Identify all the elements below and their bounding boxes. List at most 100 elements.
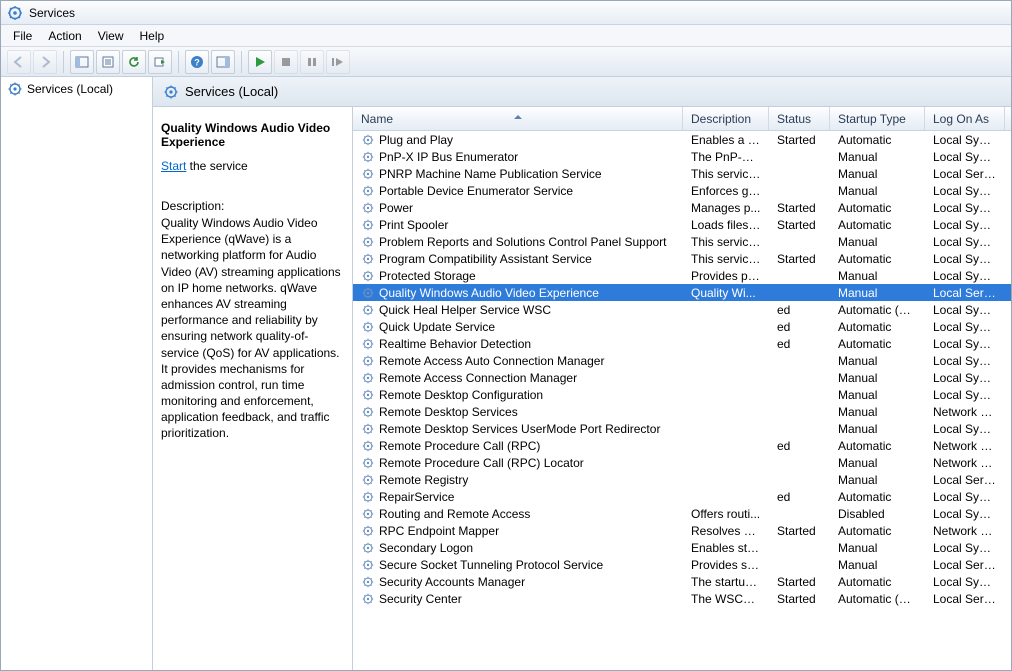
- service-logon: Local Service: [925, 286, 1005, 300]
- menu-action[interactable]: Action: [40, 27, 89, 45]
- service-row[interactable]: PNRP Machine Name Publication ServiceThi…: [353, 165, 1011, 182]
- service-row[interactable]: Remote Desktop ConfigurationManualLocal …: [353, 386, 1011, 403]
- service-startup-type: Manual: [830, 422, 925, 436]
- start-service-link[interactable]: Start: [161, 159, 186, 173]
- service-row[interactable]: Remote Desktop Services UserMode Port Re…: [353, 420, 1011, 437]
- column-name[interactable]: Name: [353, 107, 683, 130]
- service-status: ed: [769, 303, 830, 317]
- service-name: Remote Access Connection Manager: [379, 371, 577, 385]
- description-label: Description:: [161, 199, 344, 213]
- tree-item-services-local[interactable]: Services (Local): [1, 77, 152, 101]
- service-row[interactable]: Remote Access Auto Connection ManagerMan…: [353, 352, 1011, 369]
- gear-icon: [361, 252, 375, 266]
- service-row[interactable]: Portable Device Enumerator ServiceEnforc…: [353, 182, 1011, 199]
- column-status[interactable]: Status: [769, 107, 830, 130]
- column-headers: Name Description Status Startup Type Log…: [353, 107, 1011, 131]
- service-logon: Local Syste...: [925, 184, 1005, 198]
- service-row[interactable]: PnP-X IP Bus EnumeratorThe PnP-X ...Manu…: [353, 148, 1011, 165]
- service-logon: Local Service: [925, 473, 1005, 487]
- service-startup-type: Manual: [830, 456, 925, 470]
- service-name: Plug and Play: [379, 133, 453, 147]
- gear-icon: [361, 490, 375, 504]
- service-description: Enables a c...: [683, 133, 769, 147]
- detail-action-suffix: the service: [186, 159, 247, 173]
- service-status: Started: [769, 575, 830, 589]
- menu-view[interactable]: View: [90, 27, 132, 45]
- service-logon: Local Syste...: [925, 320, 1005, 334]
- service-startup-type: Manual: [830, 558, 925, 572]
- service-name: Security Center: [379, 592, 462, 606]
- gear-icon: [361, 575, 375, 589]
- service-row[interactable]: Security Accounts ManagerThe startup ...…: [353, 573, 1011, 590]
- service-startup-type: Automatic: [830, 218, 925, 232]
- service-row[interactable]: Print SpoolerLoads files t...StartedAuto…: [353, 216, 1011, 233]
- service-startup-type: Manual: [830, 150, 925, 164]
- service-row[interactable]: Quick Heal Helper Service WSC edAutomati…: [353, 301, 1011, 318]
- service-row[interactable]: Remote Desktop ServicesManualNetwork S..…: [353, 403, 1011, 420]
- menu-help[interactable]: Help: [132, 27, 173, 45]
- toolbar-separator: [241, 51, 242, 73]
- service-row[interactable]: Security CenterThe WSCSV...StartedAutoma…: [353, 590, 1011, 607]
- service-logon: Local Syste...: [925, 422, 1005, 436]
- action-pane-button[interactable]: [211, 50, 235, 74]
- service-row[interactable]: Quality Windows Audio Video ExperienceQu…: [353, 284, 1011, 301]
- tree-root-label: Services (Local): [27, 82, 113, 96]
- service-startup-type: Automatic: [830, 133, 925, 147]
- service-row[interactable]: PowerManages p...StartedAutomaticLocal S…: [353, 199, 1011, 216]
- service-description: The startup ...: [683, 575, 769, 589]
- service-startup-type: Manual: [830, 167, 925, 181]
- restart-service-button: [326, 50, 350, 74]
- nav-back-button: [7, 50, 31, 74]
- gear-icon: [361, 507, 375, 521]
- service-row[interactable]: Program Compatibility Assistant ServiceT…: [353, 250, 1011, 267]
- service-name: Problem Reports and Solutions Control Pa…: [379, 235, 667, 249]
- service-row[interactable]: Remote RegistryManualLocal Service: [353, 471, 1011, 488]
- service-row[interactable]: Protected StorageProvides pr...ManualLoc…: [353, 267, 1011, 284]
- service-logon: Local Service: [925, 558, 1005, 572]
- service-row[interactable]: Problem Reports and Solutions Control Pa…: [353, 233, 1011, 250]
- selected-service-title: Quality Windows Audio Video Experience: [161, 121, 344, 149]
- menu-file[interactable]: File: [5, 27, 40, 45]
- service-row[interactable]: Remote Access Connection ManagerManualLo…: [353, 369, 1011, 386]
- service-logon: Network S...: [925, 439, 1005, 453]
- service-logon: Local Syste...: [925, 150, 1005, 164]
- service-name: Power: [379, 201, 413, 215]
- service-row[interactable]: RPC Endpoint MapperResolves RP...Started…: [353, 522, 1011, 539]
- service-startup-type: Automatic: [830, 201, 925, 215]
- column-description[interactable]: Description: [683, 107, 769, 130]
- refresh-button[interactable]: [122, 50, 146, 74]
- service-row[interactable]: Remote Procedure Call (RPC) LocatorManua…: [353, 454, 1011, 471]
- start-service-button[interactable]: [248, 50, 272, 74]
- service-startup-type: Automatic: [830, 490, 925, 504]
- service-startup-type: Manual: [830, 235, 925, 249]
- column-startup-type[interactable]: Startup Type: [830, 107, 925, 130]
- right-header: Services (Local): [153, 77, 1011, 107]
- service-startup-type: Automatic: [830, 575, 925, 589]
- service-startup-type: Manual: [830, 405, 925, 419]
- service-row[interactable]: Quick Update Service edAutomaticLocal Sy…: [353, 318, 1011, 335]
- service-logon: Network S...: [925, 405, 1005, 419]
- service-name: Remote Desktop Configuration: [379, 388, 543, 402]
- service-startup-type: Manual: [830, 473, 925, 487]
- gear-icon: [361, 405, 375, 419]
- service-row[interactable]: Routing and Remote AccessOffers routi...…: [353, 505, 1011, 522]
- service-row[interactable]: Realtime Behavior Detection edAutomaticL…: [353, 335, 1011, 352]
- service-description: Quality Wi...: [683, 286, 769, 300]
- service-row[interactable]: Secondary LogonEnables star...ManualLoca…: [353, 539, 1011, 556]
- service-description: The PnP-X ...: [683, 150, 769, 164]
- service-startup-type: Automatic: [830, 320, 925, 334]
- column-log-on-as[interactable]: Log On As: [925, 107, 1005, 130]
- show-hide-tree-button[interactable]: [70, 50, 94, 74]
- service-logon: Local Syste...: [925, 235, 1005, 249]
- service-row[interactable]: Remote Procedure Call (RPC) edAutomaticN…: [353, 437, 1011, 454]
- service-startup-type: Automatic: [830, 337, 925, 351]
- properties-button[interactable]: [96, 50, 120, 74]
- service-logon: Local Syste...: [925, 133, 1005, 147]
- service-name: Remote Access Auto Connection Manager: [379, 354, 604, 368]
- export-list-button[interactable]: [148, 50, 172, 74]
- service-row[interactable]: RepairService edAutomaticLocal Syste...: [353, 488, 1011, 505]
- service-row[interactable]: Plug and PlayEnables a c...StartedAutoma…: [353, 131, 1011, 148]
- service-row[interactable]: Secure Socket Tunneling Protocol Service…: [353, 556, 1011, 573]
- tree-pane: Services (Local): [1, 77, 153, 670]
- help-button[interactable]: ?: [185, 50, 209, 74]
